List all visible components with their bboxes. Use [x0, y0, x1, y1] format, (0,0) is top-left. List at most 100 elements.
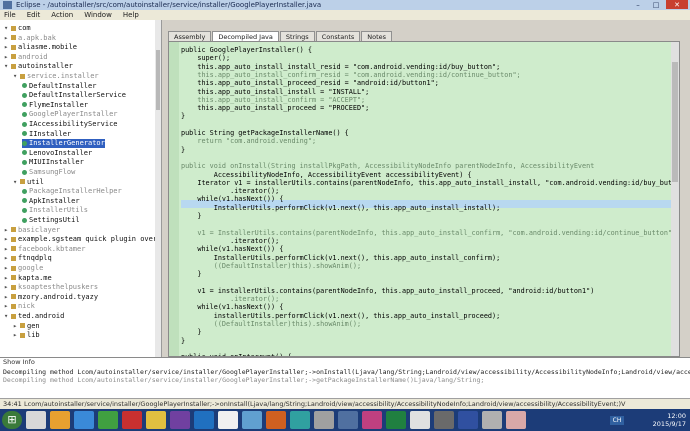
tree-item[interactable]: SamsungFlow	[22, 168, 75, 177]
tree-item[interactable]: LenovoInstaller	[22, 149, 92, 158]
code-line[interactable]: ((DefaultInstaller)this).showAnim();	[181, 262, 361, 270]
taskbar-app-icon[interactable]	[314, 411, 334, 429]
code-line[interactable]: InstallerUtils.performClick(v1.next(), t…	[181, 254, 500, 262]
tree-item[interactable]: ▾ ted.android	[4, 312, 64, 321]
code-line[interactable]: while(v1.hasNext()) {	[181, 245, 283, 253]
expand-icon[interactable]: ▸	[4, 43, 11, 52]
menu-window[interactable]: Window	[84, 10, 112, 20]
tree-item[interactable]: InstallerUtils	[22, 206, 88, 215]
editor-scrollbar[interactable]	[671, 42, 679, 356]
expand-icon[interactable]: ▸	[4, 235, 11, 244]
expand-icon[interactable]: ▸	[4, 245, 11, 254]
code-line[interactable]: }	[181, 337, 185, 345]
code-line[interactable]: this.app_auto_install_install_resid = "c…	[181, 63, 500, 71]
code-line[interactable]: v1 = InstallerUtils.contains(parentNodeI…	[181, 229, 676, 237]
code-line[interactable]: while(v1.hasNext()) {	[181, 303, 283, 311]
collapse-icon[interactable]: ▾	[4, 312, 11, 321]
tree-item[interactable]: ▸ basiclayer	[4, 226, 60, 235]
tree-scrollbar[interactable]	[155, 20, 161, 357]
code-line[interactable]: this.app_auto_install_proceed_resid = "a…	[181, 79, 438, 87]
expand-icon[interactable]: ▸	[4, 254, 11, 263]
expand-icon[interactable]: ▸	[13, 331, 20, 340]
code-line[interactable]: Iterator v1 = installerUtils.contains(pa…	[181, 179, 679, 187]
code-line[interactable]: public void onInstall(String installPkgP…	[181, 162, 594, 170]
tree-item[interactable]: ▸ android	[4, 53, 48, 62]
code-line[interactable]: while(v1.hasNext()) {	[181, 195, 283, 203]
code-line[interactable]: .iterator();	[181, 237, 279, 245]
taskbar-app-icon[interactable]	[50, 411, 70, 429]
code-line[interactable]: super();	[181, 54, 230, 62]
collapse-icon[interactable]: ▾	[4, 62, 11, 71]
expand-icon[interactable]: ▸	[4, 34, 11, 43]
tree-item[interactable]: ▸ mzory.android.tyazy	[4, 293, 98, 302]
tree-item[interactable]: ▾ service.installer	[13, 72, 99, 81]
menu-edit[interactable]: Edit	[27, 10, 41, 20]
taskbar-app-icon[interactable]	[266, 411, 286, 429]
code-line[interactable]: public GooglePlayerInstaller() {	[181, 46, 312, 54]
collapse-icon[interactable]: ▾	[4, 24, 11, 33]
code-area[interactable]: public GooglePlayerInstaller() { super()…	[181, 42, 679, 356]
tree-item[interactable]: DefaultInstaller	[22, 82, 96, 91]
minimize-button[interactable]: –	[630, 0, 646, 9]
expand-icon[interactable]: ▸	[4, 53, 11, 62]
clock[interactable]: 12:00 2015/9/17	[653, 412, 686, 428]
tree-item[interactable]: ApkInstaller	[22, 197, 80, 206]
expand-icon[interactable]: ▸	[13, 322, 20, 331]
tree-item[interactable]: ▾ autoinstaller	[4, 62, 73, 71]
taskbar-app-icon[interactable]	[386, 411, 406, 429]
tree-item[interactable]: ▸ facebook.kbtamer	[4, 245, 85, 254]
code-line[interactable]: ((DefaultInstaller)this).showAnim();	[181, 320, 361, 328]
code-line[interactable]: this.app_auto_install_install = "INSTALL…	[181, 88, 369, 96]
code-line[interactable]: .iterator();	[181, 295, 279, 303]
expand-icon[interactable]: ▸	[4, 283, 11, 292]
taskbar-app-icon[interactable]	[26, 411, 46, 429]
taskbar-app-icon[interactable]	[218, 411, 238, 429]
tree-scroll-thumb[interactable]	[156, 50, 160, 110]
taskbar-app-icon[interactable]	[338, 411, 358, 429]
tree-item[interactable]: ▸ a.apk.bak	[4, 34, 56, 43]
taskbar-app-icon[interactable]	[98, 411, 118, 429]
tree-item[interactable]: ▾ com	[4, 24, 31, 33]
code-line[interactable]: }	[181, 146, 185, 154]
code-line[interactable]: }	[181, 212, 201, 220]
start-button[interactable]: ⊞	[2, 411, 22, 429]
tree-item[interactable]: SettingsUtil	[22, 216, 80, 225]
tree-item[interactable]: FlymeInstaller	[22, 101, 88, 110]
expand-icon[interactable]: ▸	[4, 226, 11, 235]
code-line[interactable]: .iterator();	[181, 187, 279, 195]
tree-item[interactable]: IAccessibilityService	[22, 120, 118, 129]
taskbar-app-icon[interactable]	[362, 411, 382, 429]
code-line[interactable]: this.app_auto_install_confirm_resid = "c…	[181, 71, 520, 79]
close-button[interactable]: ✕	[666, 0, 688, 9]
taskbar-app-icon[interactable]	[482, 411, 502, 429]
taskbar-app-icon[interactable]	[290, 411, 310, 429]
expand-icon[interactable]: ▸	[4, 264, 11, 273]
tree-item[interactable]: DefaultInstallerService	[22, 91, 126, 100]
code-line[interactable]: this.app_auto_install_confirm = "ACCEPT"…	[181, 96, 365, 104]
code-line[interactable]: return "com.android.vending";	[181, 137, 316, 145]
code-editor[interactable]: public GooglePlayerInstaller() { super()…	[168, 41, 680, 357]
taskbar-app-icon[interactable]	[74, 411, 94, 429]
menu-file[interactable]: File	[4, 10, 16, 20]
tree-item[interactable]: MIUIInstaller	[22, 158, 84, 167]
expand-icon[interactable]: ▸	[4, 302, 11, 311]
code-line[interactable]: AccessibilityNodeInfo, AccessibilityEven…	[181, 171, 472, 179]
taskbar-app-icon[interactable]	[146, 411, 166, 429]
input-language[interactable]: CH	[610, 416, 624, 425]
tree-item[interactable]: ▸ ksoaptesthelpuskers	[4, 283, 98, 292]
code-line[interactable]: public String getPackageInstallerName() …	[181, 129, 349, 137]
expand-icon[interactable]: ▸	[4, 293, 11, 302]
maximize-button[interactable]: □	[648, 0, 664, 9]
tree-item[interactable]: ▾ util	[13, 178, 44, 187]
code-line[interactable]: }	[181, 328, 201, 336]
editor-scroll-thumb[interactable]	[672, 62, 678, 182]
tree-item[interactable]: GooglePlayerInstaller	[22, 110, 118, 119]
taskbar-app-icon[interactable]	[122, 411, 142, 429]
expand-icon[interactable]: ▸	[4, 274, 11, 283]
taskbar-app-icon[interactable]	[194, 411, 214, 429]
tree-item[interactable]: ▸ example.sgsteam quick plugin overlay	[4, 235, 161, 244]
tree-item[interactable]: ▸ kapta.me	[4, 274, 52, 283]
code-line[interactable]: }	[181, 270, 201, 278]
tree-item[interactable]: InstallerGenerator	[22, 139, 105, 149]
code-line[interactable]: installerUtils.performClick(v1.next(), t…	[181, 312, 500, 320]
